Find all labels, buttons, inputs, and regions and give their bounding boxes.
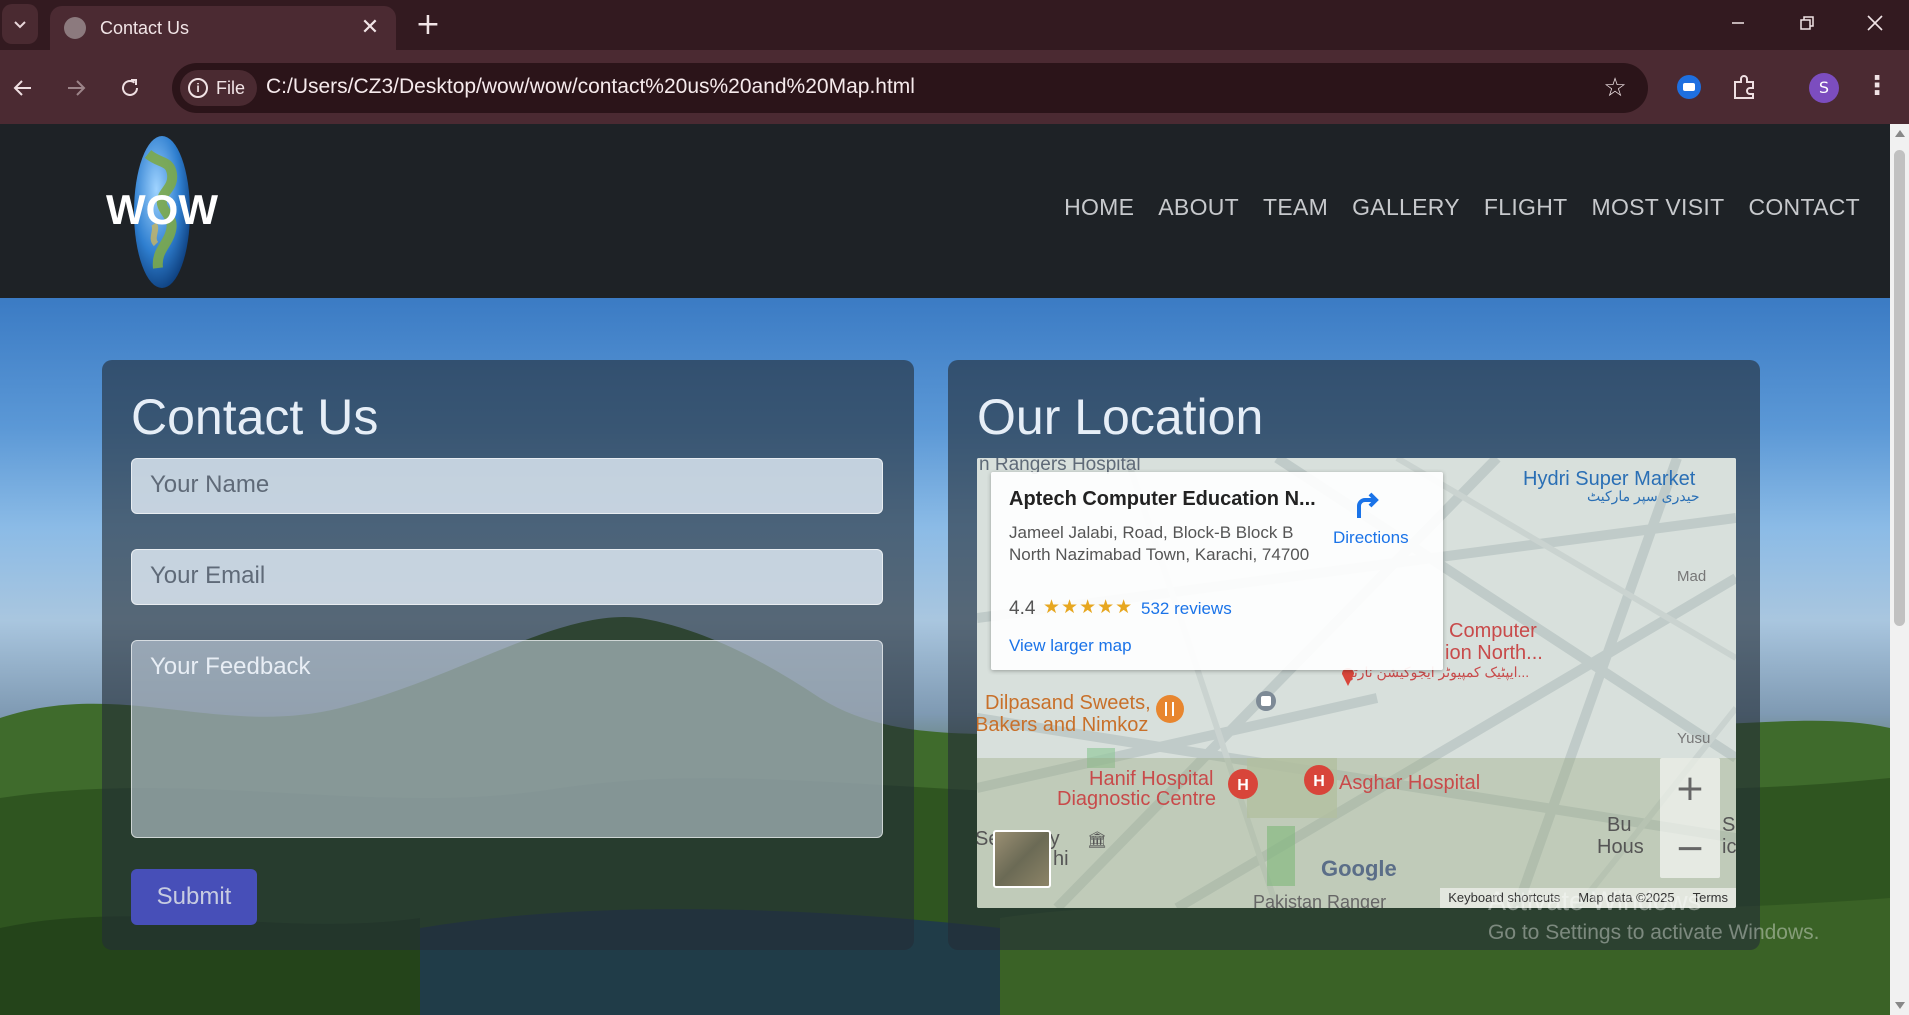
svg-text:H: H [1313, 773, 1325, 790]
zoom-controls: + − [1660, 758, 1720, 878]
zoom-in-button[interactable]: + [1660, 758, 1720, 818]
reload-icon [122, 79, 138, 96]
map-label-made: Mad [1677, 568, 1707, 585]
contact-heading: Contact Us [131, 389, 379, 445]
svg-text:H: H [1237, 777, 1249, 794]
contact-form-card: Contact Us Your Name Your Email Your Fee… [102, 360, 914, 950]
watermark-line2: Go to Settings to activate Windows. [1488, 921, 1820, 944]
place-rating: 4.4 [1009, 598, 1036, 619]
logo-text: WOW [106, 186, 218, 233]
minimize-button[interactable] [1703, 0, 1773, 46]
browser-tabbar: Contact Us ✕ + [0, 0, 1909, 50]
map-label-asghar: Asghar Hospital [1339, 772, 1481, 794]
map-label-ic: ic [1722, 836, 1736, 858]
scrollbar-thumb[interactable] [1894, 150, 1905, 626]
map-label-pakistan-rangers: Pakistan Ranger [1253, 892, 1387, 908]
nav-gallery[interactable]: GALLERY [1352, 194, 1460, 221]
extension-icon[interactable] [1674, 72, 1704, 102]
tab-title: Contact Us [100, 17, 190, 38]
windows-activation-watermark: Activate Windows Go to Settings to activ… [1488, 886, 1820, 945]
chip-label: File [216, 77, 246, 98]
profile-avatar[interactable]: S [1809, 73, 1839, 103]
globe-icon [64, 17, 86, 39]
map-label-diagnostic: Diagnostic Centre [1057, 788, 1216, 810]
bookmark-star-icon[interactable]: ☆ [1600, 73, 1630, 103]
map-label-dilpasand: Dilpasand Sweets, [985, 692, 1151, 714]
forward-button[interactable] [56, 68, 96, 108]
arrow-left-icon [13, 80, 31, 96]
reviews-link[interactable]: 532 reviews [1141, 599, 1232, 619]
name-input[interactable]: Your Name [131, 458, 883, 514]
url-text[interactable]: C:/Users/CZ3/Desktop/wow/wow/contact%20u… [266, 75, 915, 99]
google-logo: Google [1321, 856, 1397, 881]
kebab-menu-icon[interactable]: ⋮ [1864, 72, 1890, 102]
place-address: Jameel Jalabi, Road, Block-B Block B Nor… [1009, 523, 1310, 564]
map-label-bu: Bu [1607, 814, 1632, 836]
hospital-icon: H [1228, 769, 1258, 799]
close-icon [1867, 15, 1883, 31]
restaurant-icon [1156, 695, 1184, 723]
browser-toolbar: i File C:/Users/CZ3/Desktop/wow/wow/cont… [0, 50, 1909, 124]
scroll-down-arrow-icon[interactable] [1895, 1002, 1905, 1009]
nav-team[interactable]: TEAM [1263, 194, 1328, 221]
page-scrollbar[interactable] [1890, 124, 1909, 1015]
back-button[interactable] [3, 68, 43, 108]
nav-most-visit[interactable]: MOST VISIT [1592, 194, 1725, 221]
nav-about[interactable]: ABOUT [1158, 194, 1239, 221]
minimize-icon [1732, 22, 1744, 24]
view-larger-map-link[interactable]: View larger map [1009, 636, 1132, 656]
close-window-button[interactable] [1840, 0, 1909, 46]
directions-link[interactable]: Directions [1333, 528, 1409, 548]
close-tab-icon[interactable]: ✕ [358, 16, 382, 40]
restore-button[interactable] [1772, 0, 1842, 46]
rating-stars: ★★★★★ [1043, 596, 1134, 618]
bus-stop-icon [1256, 691, 1276, 711]
nav-contact[interactable]: CONTACT [1748, 194, 1860, 221]
reload-button[interactable] [110, 68, 150, 108]
map-label-bakers: Bakers and Nimkoz [977, 714, 1149, 736]
address-bar[interactable]: i File C:/Users/CZ3/Desktop/wow/wow/cont… [172, 63, 1648, 113]
map-label-hydri-urdu: حیدری سپر مارکیٹ [1587, 488, 1700, 504]
puzzle-icon[interactable] [1729, 72, 1759, 102]
email-input[interactable]: Your Email [131, 549, 883, 605]
place-info-card: Aptech Computer Education N... Jameel Ja… [991, 472, 1443, 670]
page-viewport: WOW HOME ABOUT TEAM GALLERY FLIGHT MOST … [0, 124, 1890, 1015]
location-card: Our Location n Rangers Hospital Hydri Su… [948, 360, 1760, 950]
map-label-ion-north: ion North... [1445, 642, 1543, 664]
map-label-hous: Hous [1597, 836, 1644, 858]
restore-icon [1800, 16, 1814, 30]
site-header: WOW HOME ABOUT TEAM GALLERY FLIGHT MOST … [0, 124, 1890, 298]
main-nav: HOME ABOUT TEAM GALLERY FLIGHT MOST VISI… [1064, 194, 1860, 221]
google-map[interactable]: n Rangers Hospital Hydri Super Market حی… [977, 458, 1736, 908]
browser-tab[interactable]: Contact Us ✕ [50, 6, 396, 50]
location-heading: Our Location [977, 389, 1264, 445]
watermark-line1: Activate Windows [1488, 886, 1702, 916]
zoom-out-button[interactable]: − [1660, 818, 1720, 878]
map-label-computer: Computer [1449, 620, 1537, 642]
map-label-yusuf: Yusu [1677, 730, 1711, 747]
hospital-icon-asghar: H [1304, 765, 1334, 795]
place-title: Aptech Computer Education N... [1009, 488, 1316, 510]
scroll-up-arrow-icon[interactable] [1895, 130, 1905, 137]
museum-icon: 🏛 [1087, 832, 1108, 849]
nav-home[interactable]: HOME [1064, 194, 1134, 221]
feedback-textarea[interactable]: Your Feedback [131, 640, 883, 838]
satellite-toggle[interactable] [993, 830, 1051, 888]
directions-icon[interactable] [1353, 490, 1383, 520]
globe-logo[interactable]: WOW [100, 134, 230, 290]
arrow-right-icon [68, 80, 86, 96]
tab-search-button[interactable] [2, 4, 38, 44]
chevron-down-icon [14, 21, 26, 29]
new-tab-button[interactable]: + [410, 8, 446, 44]
submit-button[interactable]: Submit [131, 869, 257, 925]
site-info-chip[interactable]: i File [180, 70, 258, 106]
map-label-sh: Sh [1722, 814, 1736, 836]
nav-flight[interactable]: FLIGHT [1484, 194, 1568, 221]
map-label-hi: hi [1053, 848, 1069, 870]
info-icon: i [188, 78, 208, 98]
